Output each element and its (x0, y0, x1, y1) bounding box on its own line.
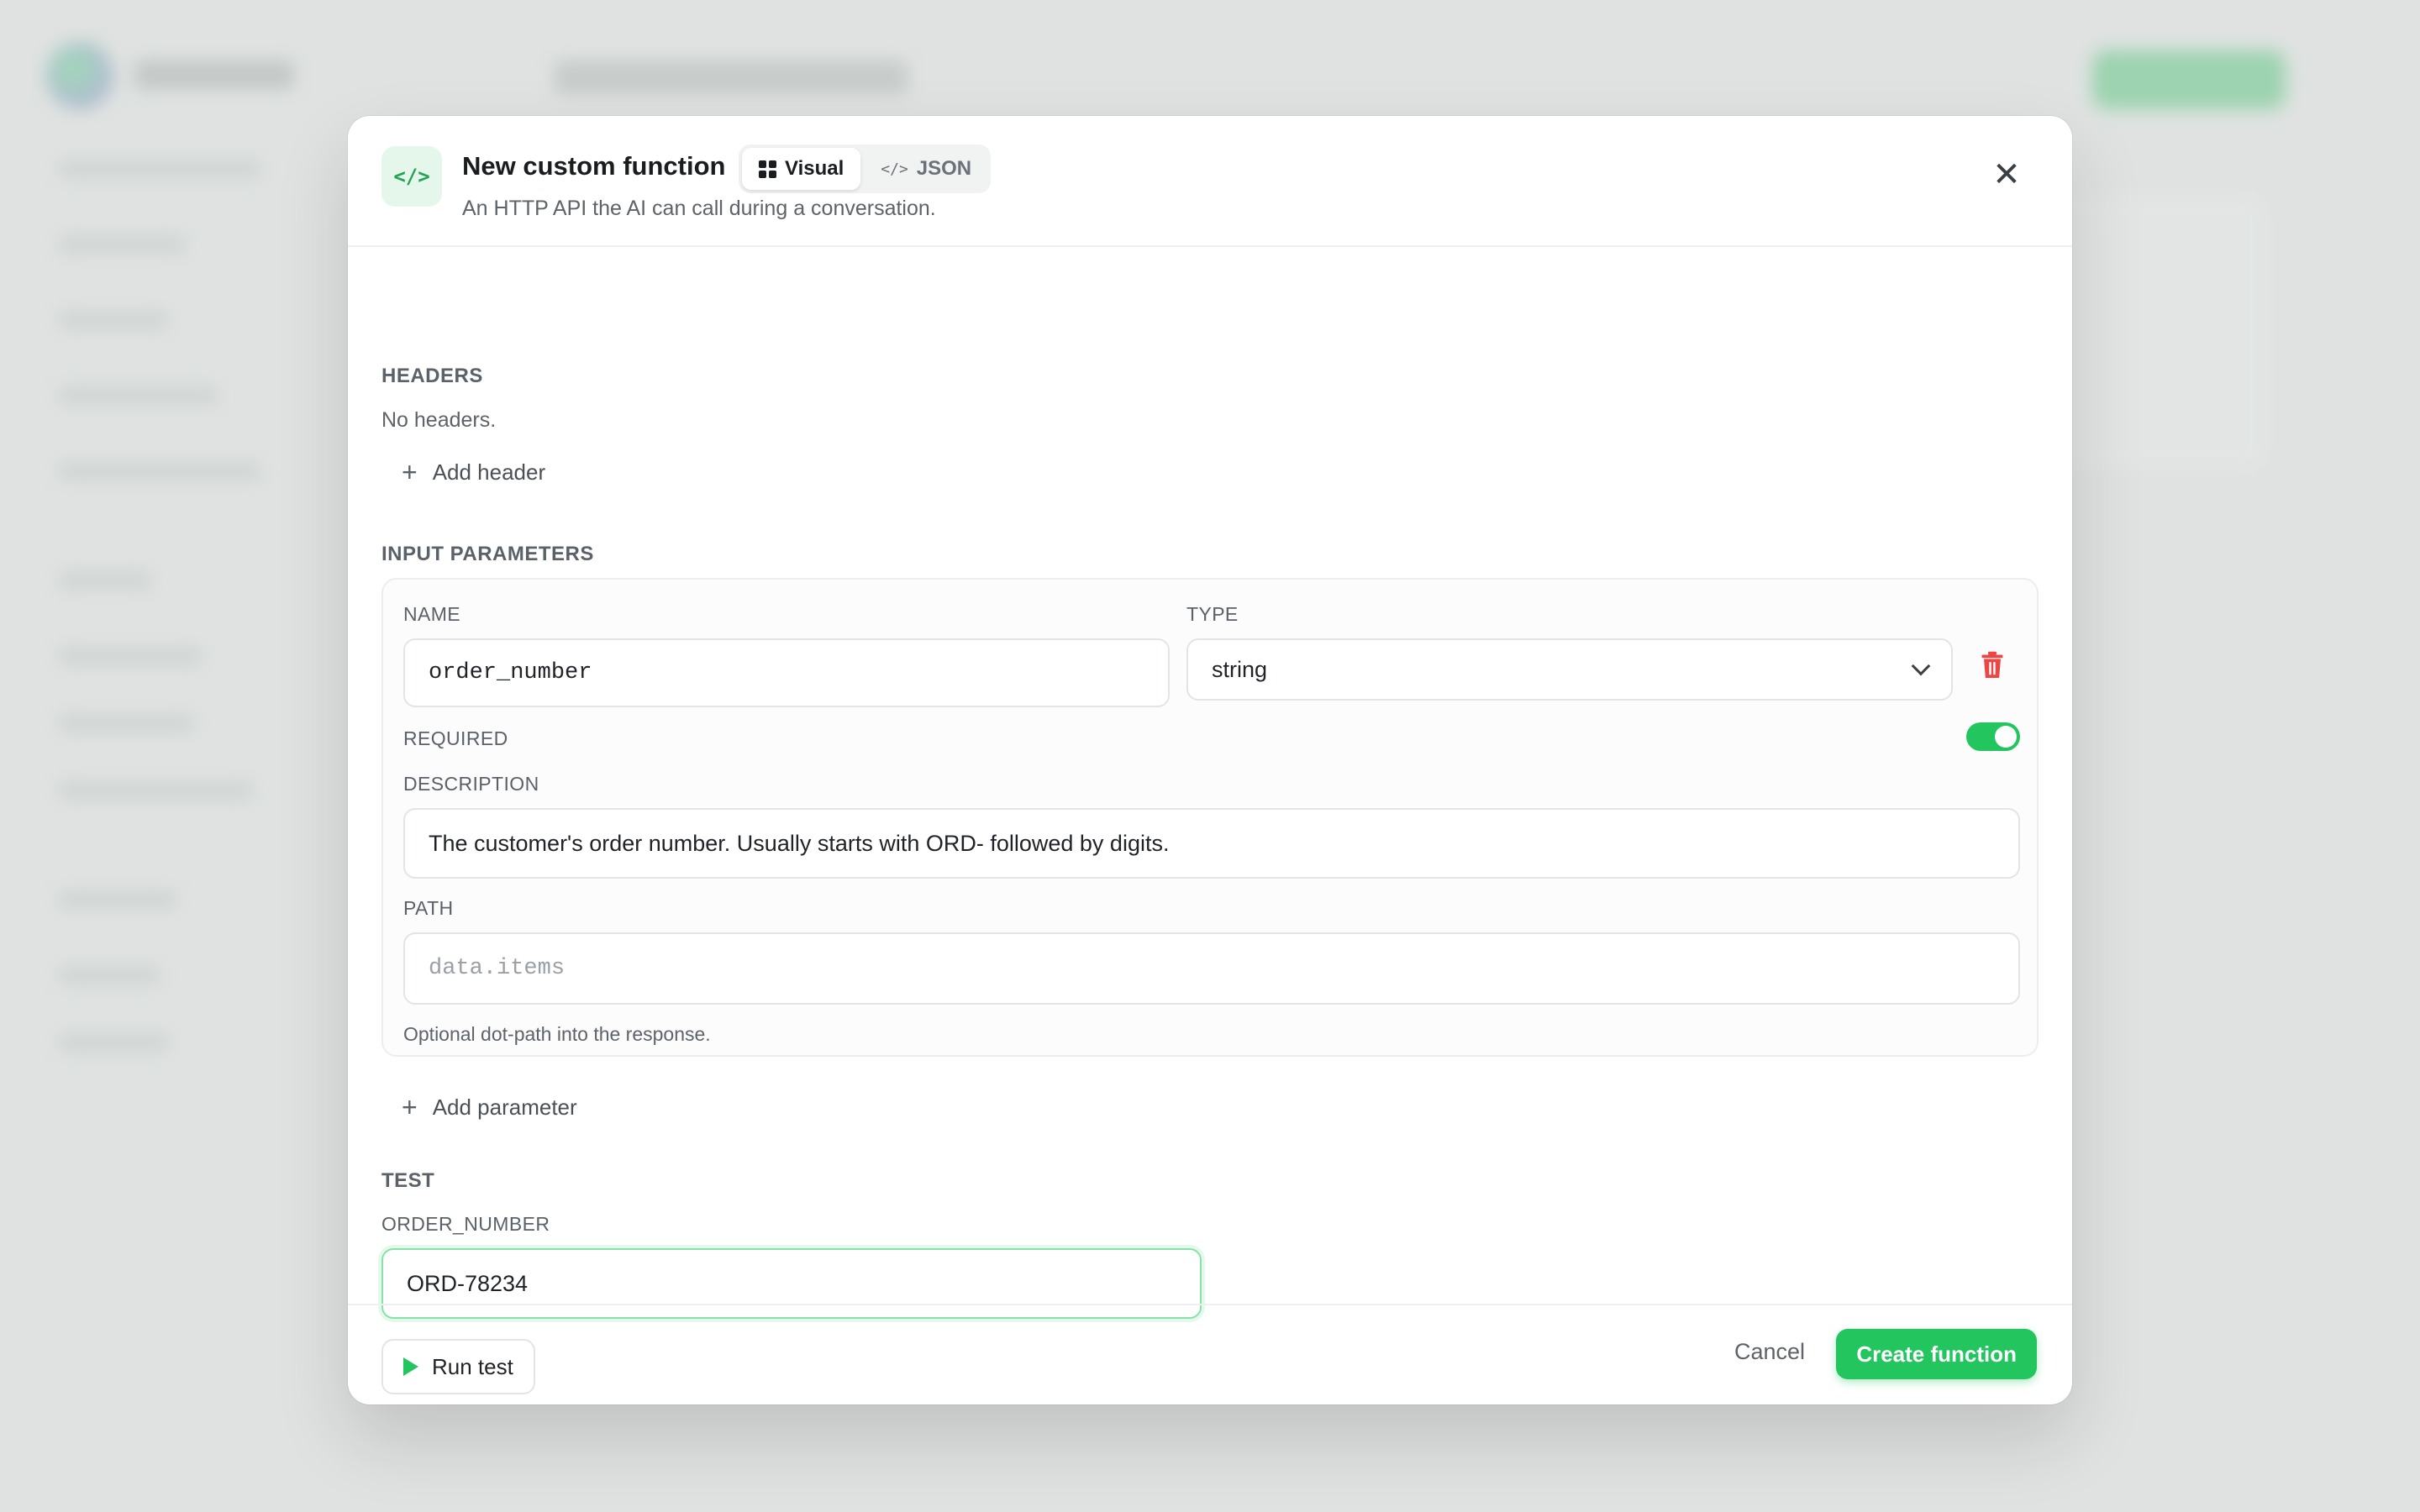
param-path-input[interactable]: data.items (403, 932, 2020, 1005)
tab-json[interactable]: </> JSON (864, 148, 988, 190)
param-description-label: DESCRIPTION (403, 773, 539, 795)
add-header-label: Add header (432, 459, 546, 485)
custom-function-dialog: </> New custom function Visual </> JSON … (348, 116, 2072, 1404)
close-icon[interactable]: ✕ (1988, 156, 2025, 193)
tab-json-label: JSON (916, 157, 972, 180)
headers-heading: HEADERS (381, 365, 483, 387)
grid-icon (759, 160, 776, 178)
code-icon: </> (381, 146, 442, 207)
test-order-number-value: ORD-78234 (407, 1270, 529, 1296)
plus-icon: + (402, 1092, 418, 1122)
add-parameter-label: Add parameter (432, 1094, 577, 1120)
param-description-value: The customer's order number. Usually sta… (429, 830, 1170, 856)
dialog-header: </> New custom function Visual </> JSON … (348, 116, 2072, 247)
param-path-hint: Optional dot-path into the response. (403, 1023, 711, 1045)
trash-icon[interactable] (1980, 650, 2005, 680)
dialog-title: New custom function (462, 151, 726, 181)
test-field-label: ORDER_NUMBER (381, 1213, 550, 1235)
test-heading: TEST (381, 1169, 435, 1192)
add-header-button[interactable]: + Add header (402, 459, 545, 486)
param-path-placeholder: data.items (429, 956, 566, 981)
param-name-label: NAME (403, 603, 461, 625)
dialog-footer: Cancel Create function (348, 1304, 2072, 1404)
parameter-card: NAME order_number TYPE string REQUIRED D… (381, 578, 2039, 1057)
param-required-label: REQUIRED (403, 727, 508, 749)
chevron-down-icon (1911, 656, 1931, 676)
required-toggle[interactable] (1966, 722, 2020, 751)
param-description-input[interactable]: The customer's order number. Usually sta… (403, 808, 2020, 879)
create-function-button[interactable]: Create function (1836, 1329, 2037, 1379)
param-path-label: PATH (403, 897, 454, 919)
tab-visual-label: Visual (785, 157, 844, 180)
cancel-button[interactable]: Cancel (1734, 1339, 1805, 1365)
param-type-value: string (1212, 656, 1268, 682)
code-icon: </> (881, 160, 908, 178)
param-type-label: TYPE (1186, 603, 1239, 625)
param-name-input[interactable]: order_number (403, 638, 1170, 707)
plus-icon: + (402, 457, 418, 487)
param-type-select[interactable]: string (1186, 638, 1953, 701)
headers-empty-text: No headers. (381, 408, 497, 432)
add-parameter-button[interactable]: + Add parameter (402, 1094, 577, 1121)
editor-mode-toggle: Visual </> JSON (739, 144, 991, 193)
tab-visual[interactable]: Visual (742, 148, 861, 190)
param-name-value: order_number (429, 660, 592, 685)
dialog-subtitle: An HTTP API the AI can call during a con… (462, 197, 936, 220)
input-parameters-heading: INPUT PARAMETERS (381, 543, 594, 565)
